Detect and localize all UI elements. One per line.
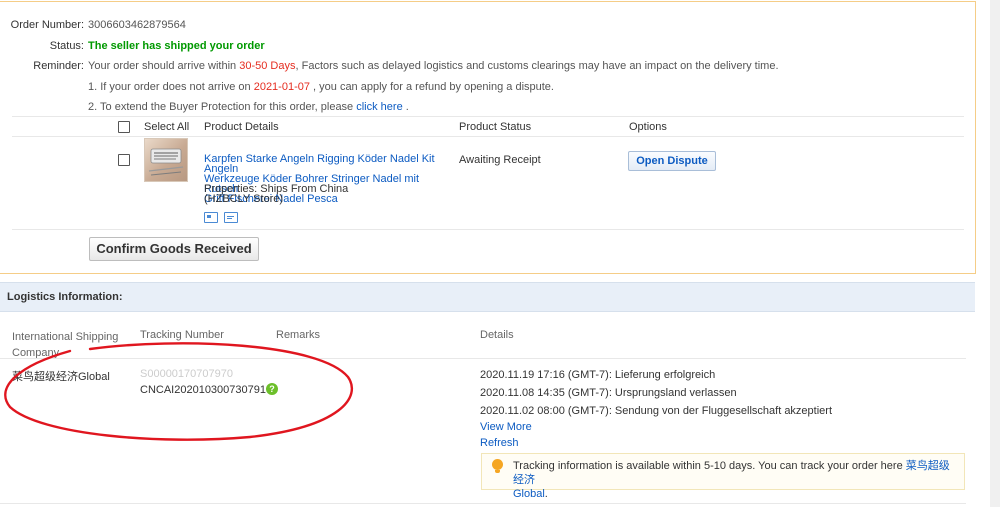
product-status: Awaiting Receipt	[459, 154, 541, 166]
click-here-link[interactable]: click here	[356, 101, 402, 113]
reminder-suffix: , Factors such as delayed logistics and …	[295, 60, 779, 72]
divider	[12, 229, 964, 230]
annotation-circle	[4, 342, 353, 441]
view-more-link[interactable]: View More	[480, 421, 532, 433]
tracking-event: 2020.11.08 14:35 (GMT-7): Ursprungsland …	[480, 387, 737, 399]
divider	[12, 136, 964, 137]
tracking-tip-box: Tracking information is available within…	[481, 453, 965, 500]
refresh-link[interactable]: Refresh	[480, 437, 519, 449]
note1-prefix: 1. If your order does not arrive on	[88, 81, 254, 93]
select-all-checkbox[interactable]	[118, 121, 130, 133]
tracking-event: 2020.11.19 17:16 (GMT-7): Lieferung erfo…	[480, 369, 716, 381]
order-number-label: Order Number:	[10, 19, 84, 31]
tip-end: .	[544, 488, 548, 500]
feedback-icon[interactable]	[224, 212, 238, 223]
snapshot-icon[interactable]	[204, 212, 218, 223]
note-protection: 2. To extend the Buyer Protection for th…	[88, 101, 409, 113]
note1-date: 2021-01-07	[253, 81, 310, 93]
order-number: 3006603462879564	[88, 19, 186, 31]
reminder-prefix: Your order should arrive within	[88, 60, 240, 72]
lightbulb-base	[495, 470, 500, 473]
status-label: Status:	[49, 40, 84, 52]
divider	[12, 116, 964, 117]
product-thumbnail[interactable]	[144, 138, 188, 182]
details-header: Details	[480, 329, 514, 341]
reminder-label: Reminder:	[33, 60, 84, 72]
fishing-needle-kit-image	[148, 148, 184, 176]
options-header: Options	[629, 121, 667, 133]
reminder-days: 30-50 Days	[239, 60, 296, 72]
note1-suffix: , you can apply for a refund by opening …	[309, 81, 554, 93]
note2-prefix: 2. To extend the Buyer Protection for th…	[88, 101, 357, 113]
product-details-header: Product Details	[204, 121, 279, 133]
note-refund: 1. If your order does not arrive on 2021…	[88, 81, 554, 93]
select-all-label: Select All	[144, 121, 190, 133]
confirm-goods-received-button[interactable]: Confirm Goods Received	[89, 237, 259, 261]
cainiao-link-global[interactable]: Global	[513, 488, 545, 500]
reminder-text: Your order should arrive within 30-50 Da…	[88, 60, 779, 72]
logistics-header-bar: Logistics Information:	[0, 282, 975, 312]
divider	[0, 503, 966, 504]
note2-suffix: .	[402, 101, 409, 113]
tracking-event: 2020.11.02 08:00 (GMT-7): Sendung von de…	[480, 405, 833, 417]
logistics-title: Logistics Information:	[7, 291, 123, 303]
lightbulb-icon	[492, 459, 503, 470]
product-checkbox[interactable]	[118, 154, 130, 166]
product-title-line[interactable]: Karpfen Starke Angeln Rigging Köder Nade…	[204, 154, 454, 175]
tip-text: Tracking information is available within…	[513, 460, 906, 472]
order-status: The seller has shipped your order	[88, 40, 265, 52]
scrollbar[interactable]	[990, 0, 1000, 507]
tracking-tip-text: Tracking information is available within…	[513, 459, 953, 501]
product-store: (HZBCLY Store)	[204, 193, 284, 205]
product-status-header: Product Status	[459, 121, 532, 133]
open-dispute-button[interactable]: Open Dispute	[628, 151, 716, 171]
